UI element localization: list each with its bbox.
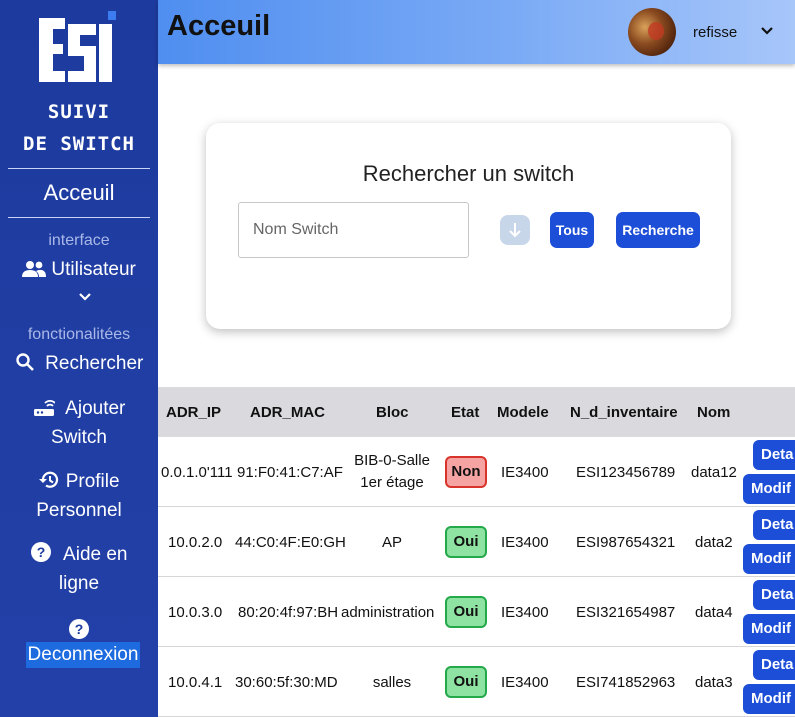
- users-icon: [22, 261, 47, 277]
- cell-inventaire: ESI987654321: [576, 534, 676, 551]
- search-button[interactable]: Recherche: [616, 212, 700, 248]
- table-row[interactable]: 10.0.4.1 30:60:5f:30:MD salles Oui IE340…: [158, 647, 795, 717]
- cell-modele: IE3400: [501, 604, 549, 621]
- table-row[interactable]: 10.0.2.0 44:C0:4F:E0:GH AP Oui IE3400 ES…: [158, 507, 795, 577]
- col-mac: ADR_MAC: [250, 404, 325, 421]
- nav-add-switch[interactable]: Ajouter Switch: [0, 394, 158, 452]
- col-modele: Modele: [497, 404, 549, 421]
- status-badge: Oui: [445, 526, 487, 558]
- modify-button[interactable]: Modif: [743, 684, 795, 714]
- col-etat: Etat: [451, 404, 480, 421]
- chevron-down-icon[interactable]: [78, 292, 92, 302]
- cell-mac: 80:20:4f:97:BH: [238, 604, 339, 621]
- status-badge: Oui: [445, 596, 487, 628]
- show-all-button[interactable]: Tous: [550, 212, 594, 248]
- sidebar: SUIVI DE SWITCH Acceuil interface Utilis…: [0, 0, 158, 717]
- chevron-down-icon[interactable]: [760, 26, 774, 36]
- cell-bloc-line2: 1er étage: [360, 474, 424, 491]
- page-title: Acceuil: [167, 10, 271, 42]
- help-icon: ?: [69, 619, 89, 639]
- modify-button[interactable]: Modif: [743, 544, 795, 574]
- cell-mac: 30:60:5f:30:MD: [235, 674, 338, 691]
- avatar[interactable]: [628, 8, 676, 56]
- cell-mac: 44:C0:4F:E0:GH: [235, 534, 346, 551]
- cell-mac: 91:F0:41:C7:AF: [237, 464, 343, 481]
- router-icon: [33, 400, 56, 416]
- svg-text:?: ?: [75, 621, 84, 637]
- cell-inventaire: ESI741852963: [576, 674, 676, 691]
- status-badge: Non: [445, 456, 487, 488]
- search-card: Rechercher un switch Tous Recherche: [206, 123, 731, 329]
- arrow-down-icon: [509, 223, 521, 238]
- divider: [8, 168, 150, 169]
- esi-logo: [39, 11, 116, 82]
- nav-add-label-2: Switch: [51, 427, 107, 448]
- search-icon: [15, 353, 34, 371]
- col-nom: Nom: [697, 404, 731, 421]
- scroll-down-button[interactable]: [500, 215, 530, 245]
- nav-add-label-1: Ajouter: [65, 398, 126, 419]
- top-header: Acceuil refisse: [158, 0, 795, 64]
- nav-users[interactable]: Utilisateur: [0, 255, 158, 284]
- details-button[interactable]: Deta: [753, 580, 795, 610]
- cell-ip: 10.0.2.0: [168, 534, 223, 551]
- nav-search-label: Rechercher: [45, 353, 144, 374]
- nav-profile-label-1: Profile: [65, 471, 120, 492]
- details-button[interactable]: Deta: [753, 650, 795, 680]
- cell-nom: data3: [695, 674, 733, 691]
- cell-nom: data2: [695, 534, 733, 551]
- col-bloc: Bloc: [376, 404, 409, 421]
- search-input[interactable]: [238, 202, 469, 258]
- status-badge: Oui: [445, 666, 487, 698]
- brand-line-2: DE SWITCH: [23, 133, 135, 155]
- modify-button[interactable]: Modif: [743, 614, 795, 644]
- cell-bloc-line1: BIB-0-Salle: [354, 452, 430, 469]
- app-brand: SUIVI DE SWITCH: [0, 96, 158, 160]
- nav-profile[interactable]: Profile Personnel: [0, 467, 158, 525]
- details-button[interactable]: Deta: [753, 440, 795, 470]
- cell-modele: IE3400: [501, 534, 549, 551]
- table-row[interactable]: 0.0.1.0'111 91:F0:41:C7:AF BIB-0-Salle 1…: [158, 437, 795, 507]
- brand-line-1: SUIVI: [47, 101, 111, 123]
- nav-help-label-2: ligne: [58, 573, 100, 594]
- nav-help-label-1: Aide en: [63, 544, 128, 565]
- col-ip: ADR_IP: [166, 404, 222, 421]
- cell-ip: 0.0.1.0'111: [161, 464, 233, 481]
- cell-bloc: administration: [341, 604, 435, 621]
- cell-bloc: salles: [372, 674, 412, 691]
- cell-inventaire: ESI321654987: [576, 604, 676, 621]
- nav-help[interactable]: ? Aide en ligne: [0, 540, 158, 598]
- modify-button[interactable]: Modif: [743, 474, 795, 504]
- nav-profile-label-2: Personnel: [36, 500, 122, 521]
- divider: [8, 217, 150, 218]
- col-inventaire: N_d_inventaire: [570, 404, 678, 421]
- section-features-label: fonctionalitées: [27, 326, 131, 343]
- search-title: Rechercher un switch: [362, 161, 575, 186]
- table-row[interactable]: 10.0.3.0 80:20:4f:97:BH administration O…: [158, 577, 795, 647]
- nav-search[interactable]: Rechercher: [0, 349, 158, 378]
- details-button[interactable]: Deta: [753, 510, 795, 540]
- cell-modele: IE3400: [501, 464, 549, 481]
- nav-users-label: Utilisateur: [51, 259, 136, 280]
- svg-text:?: ?: [37, 544, 46, 560]
- cell-inventaire: ESI123456789: [576, 464, 676, 481]
- cell-nom: data12: [691, 464, 737, 481]
- cell-bloc: AP: [381, 534, 402, 551]
- logout-button[interactable]: Deconnexion: [26, 642, 140, 668]
- history-icon: [39, 471, 59, 488]
- cell-ip: 10.0.4.1: [168, 674, 223, 691]
- nav-home[interactable]: Acceuil: [0, 180, 158, 206]
- username[interactable]: refisse: [693, 24, 737, 41]
- table-header: ADR_IP ADR_MAC Bloc Etat Modele N_d_inve…: [158, 387, 795, 437]
- section-interface-label: interface: [48, 232, 110, 249]
- cell-nom: data4: [695, 604, 733, 621]
- help-icon: ?: [31, 542, 52, 562]
- cell-modele: IE3400: [501, 674, 549, 691]
- cell-ip: 10.0.3.0: [168, 604, 223, 621]
- cell-bloc: BIB-0-Salle 1er étage: [354, 452, 430, 497]
